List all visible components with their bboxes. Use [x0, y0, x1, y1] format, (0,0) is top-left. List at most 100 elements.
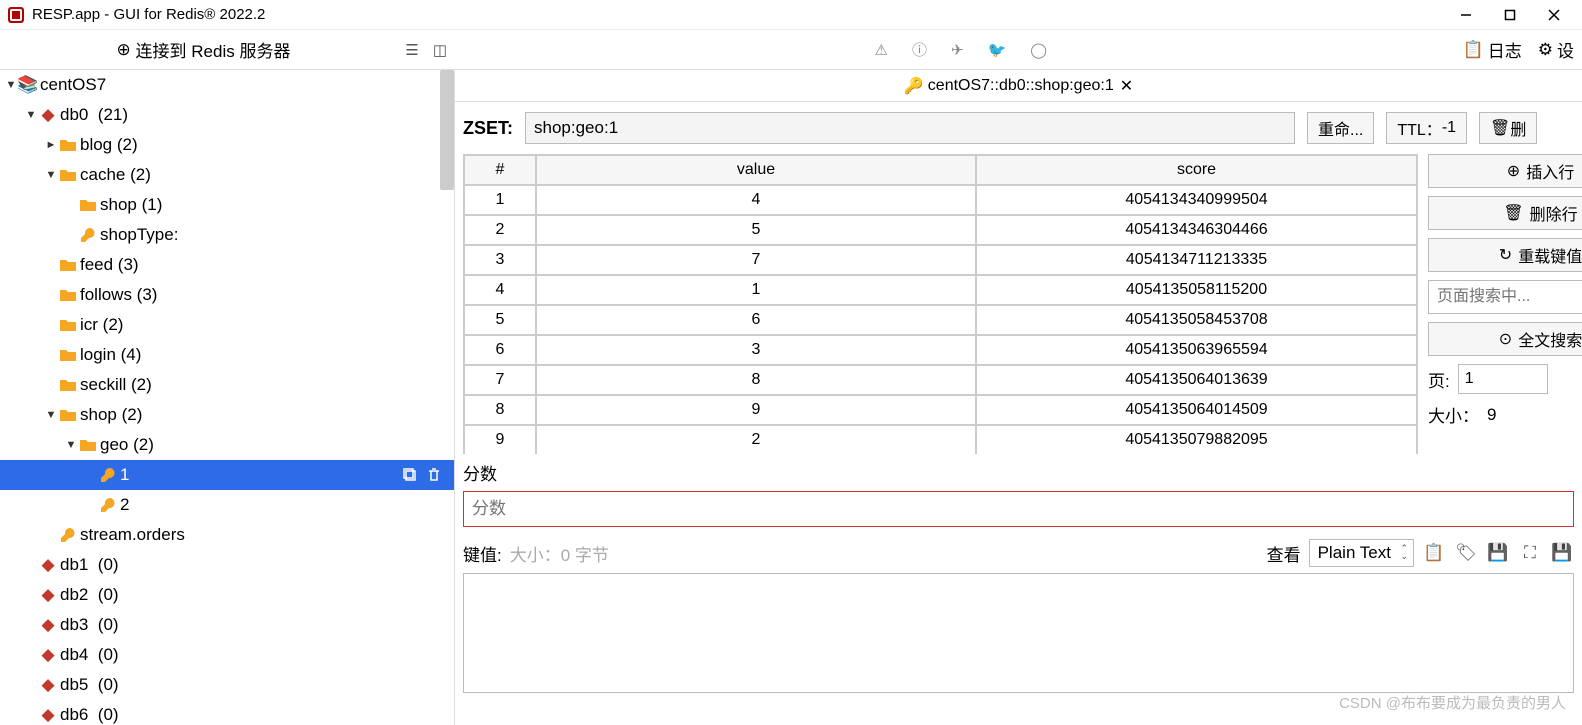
twitter-icon[interactable]: 🐦 — [988, 41, 1007, 59]
trash-icon: 🗑 — [1503, 203, 1523, 223]
tree-db-db2[interactable]: ◆db2 (0) — [0, 580, 454, 610]
tree-key-1[interactable]: 1 — [0, 460, 454, 490]
refresh-icon: ↻ — [1499, 245, 1512, 265]
disk-icon[interactable]: 💾 — [1550, 541, 1574, 565]
side-panel: ⊕插入行 🗑删除行 ↻重载键值 ⊙全文搜索 页: 大小： 9 — [1428, 154, 1582, 454]
zset-table: #valuescore14405413434099950425405413434… — [463, 154, 1418, 454]
tag-icon[interactable]: 🏷 — [1454, 541, 1478, 565]
ttl-label: TTL： — [1397, 116, 1441, 140]
view-label: 查看 — [1267, 541, 1301, 566]
ttl-value: -1 — [1442, 119, 1456, 137]
warning-icon[interactable]: ⚠ — [875, 41, 888, 59]
copy-icon[interactable] — [402, 467, 418, 483]
kv-size: 大小：0 字节 — [510, 541, 609, 566]
tree-folder-feed[interactable]: feed (3) — [0, 250, 454, 280]
table-row[interactable]: 144054134340999504 — [464, 185, 1417, 215]
table-row[interactable]: 414054135058115200 — [464, 275, 1417, 305]
log-label: 日志 — [1488, 37, 1522, 62]
fulltext-search-button[interactable]: ⊙全文搜索 — [1428, 322, 1582, 356]
key-header: ZSET: 重命... TTL： -1 🗑 删 — [455, 102, 1582, 154]
page-search-input[interactable] — [1428, 280, 1582, 314]
scrollbar-thumb[interactable] — [440, 70, 454, 190]
tree-folder-shop[interactable]: shop (1) — [0, 190, 454, 220]
delete-row-button[interactable]: 🗑删除行 — [1428, 196, 1582, 230]
tree-db-db4[interactable]: ◆db4 (0) — [0, 640, 454, 670]
tree-folder-cache[interactable]: ▼cache (2) — [0, 160, 454, 190]
tree-server[interactable]: ▼📚centOS7 — [0, 70, 454, 100]
page-info: 页: — [1428, 364, 1582, 394]
page-input[interactable] — [1458, 364, 1548, 394]
tree-folder-seckill[interactable]: seckill (2) — [0, 370, 454, 400]
minimize-button[interactable] — [1446, 3, 1486, 27]
tab-title: centOS7::db0::shop:geo:1 — [928, 77, 1114, 95]
table-row[interactable]: 254054134346304466 — [464, 215, 1417, 245]
tree-folder-login[interactable]: login (4) — [0, 340, 454, 370]
connect-label: 连接到 Redis 服务器 — [136, 37, 291, 62]
tree-folder-blog[interactable]: ►blog (2) — [0, 130, 454, 160]
tree-key-2[interactable]: 2 — [0, 490, 454, 520]
connect-button[interactable]: ⊕ 连接到 Redis 服务器 — [12, 37, 395, 62]
trash-icon[interactable] — [426, 467, 442, 483]
play-circle-icon: ⊙ — [1499, 329, 1512, 349]
tree-db-db0[interactable]: ▼◆db0 (21) — [0, 100, 454, 130]
tree-folder-shop[interactable]: ▼shop (2) — [0, 400, 454, 430]
github-icon[interactable]: ◯ — [1030, 41, 1047, 59]
panel-icon[interactable]: ◫ — [429, 39, 451, 61]
tree-db-db1[interactable]: ◆db1 (0) — [0, 550, 454, 580]
toolbar: ⊕ 连接到 Redis 服务器 ☰ ◫ ⚠ ⓘ ✈ 🐦 ◯ 📋 日志 ⚙ 设 — [0, 30, 1582, 70]
ttl-button[interactable]: TTL： -1 — [1386, 112, 1467, 144]
col-value[interactable]: value — [536, 155, 976, 185]
tree-folder-geo[interactable]: ▼geo (2) — [0, 430, 454, 460]
table-row[interactable]: 784054135064013639 — [464, 365, 1417, 395]
value-editor[interactable] — [463, 573, 1574, 693]
clipboard-icon: 📋 — [1463, 40, 1484, 60]
tree-folder-icr[interactable]: icr (2) — [0, 310, 454, 340]
size-info: 大小： 9 — [1428, 402, 1582, 427]
settings-button[interactable]: ⚙ 设 — [1538, 37, 1574, 62]
telegram-icon[interactable]: ✈ — [951, 41, 964, 59]
key-type: ZSET: — [463, 118, 513, 139]
key-name-input[interactable] — [525, 112, 1295, 144]
table-row[interactable]: 374054134711213335 — [464, 245, 1417, 275]
plus-circle-icon: ⊕ — [117, 40, 131, 60]
list-icon[interactable]: ☰ — [401, 39, 423, 61]
table-row[interactable]: 634054135063965594 — [464, 335, 1417, 365]
log-button[interactable]: 📋 日志 — [1463, 37, 1522, 62]
insert-row-button[interactable]: ⊕插入行 — [1428, 154, 1582, 188]
page-label: 页: — [1428, 367, 1450, 392]
kv-label: 键值: — [463, 541, 502, 566]
maximize-button[interactable] — [1490, 3, 1530, 27]
fullscreen-icon[interactable]: ⛶ — [1518, 541, 1542, 565]
help-icon[interactable]: ⓘ — [912, 39, 927, 60]
tree-key-shopType:[interactable]: shopType: — [0, 220, 454, 250]
col-score[interactable]: score — [976, 155, 1417, 185]
tree-key-stream.orders[interactable]: stream.orders — [0, 520, 454, 550]
table-row[interactable]: 894054135064014509 — [464, 395, 1417, 425]
copy-icon[interactable]: 📋 — [1422, 541, 1446, 565]
close-button[interactable] — [1534, 3, 1574, 27]
rename-button[interactable]: 重命... — [1307, 112, 1374, 144]
table-row[interactable]: 924054135079882095 — [464, 425, 1417, 454]
tab[interactable]: 🔑 centOS7::db0::shop:geo:1 ✕ — [455, 70, 1582, 102]
delete-key-button[interactable]: 🗑 删 — [1479, 112, 1537, 144]
titlebar: RESP.app - GUI for Redis® 2022.2 — [0, 0, 1582, 30]
tab-close-icon[interactable]: ✕ — [1120, 76, 1133, 96]
tree-db-db3[interactable]: ◆db3 (0) — [0, 610, 454, 640]
score-label: 分数 — [463, 460, 1574, 485]
table-row[interactable]: 564054135058453708 — [464, 305, 1417, 335]
gear-icon: ⚙ — [1538, 40, 1553, 60]
trash-icon: 🗑 — [1490, 118, 1510, 138]
col-num[interactable]: # — [464, 155, 536, 185]
window-title: RESP.app - GUI for Redis® 2022.2 — [32, 6, 1446, 23]
plus-circle-icon: ⊕ — [1507, 161, 1520, 181]
main-panel: 🔑 centOS7::db0::shop:geo:1 ✕ ZSET: 重命...… — [455, 70, 1582, 725]
save-icon[interactable]: 💾 — [1486, 541, 1510, 565]
score-input[interactable] — [463, 491, 1574, 527]
view-format-select[interactable]: Plain Text — [1309, 539, 1414, 567]
key-icon: 🔑 — [904, 76, 924, 96]
tree-folder-follows[interactable]: follows (3) — [0, 280, 454, 310]
settings-label: 设 — [1557, 37, 1574, 62]
reload-button[interactable]: ↻重载键值 — [1428, 238, 1582, 272]
tree-db-db5[interactable]: ◆db5 (0) — [0, 670, 454, 700]
tree-db-db6[interactable]: ◆db6 (0) — [0, 700, 454, 725]
